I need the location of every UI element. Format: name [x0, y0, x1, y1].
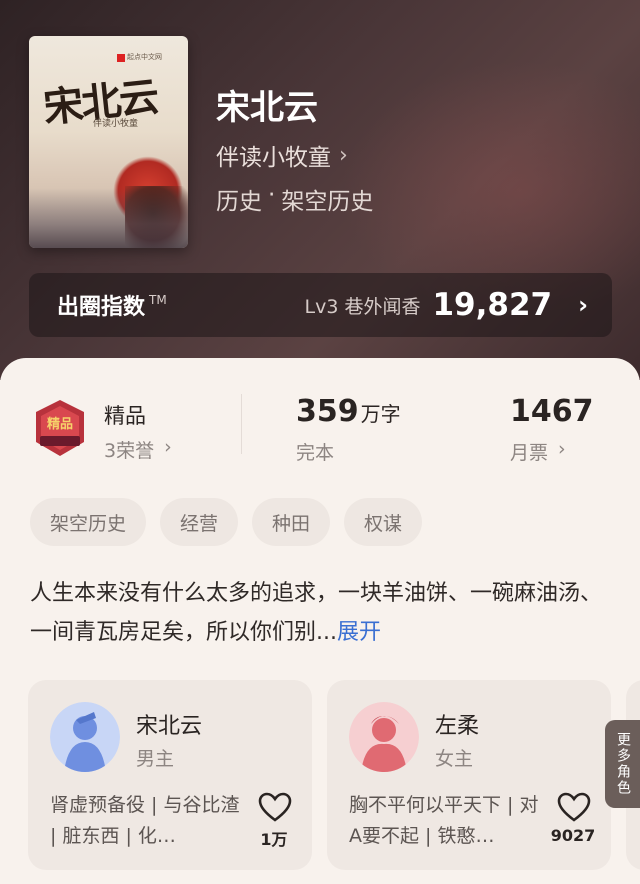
- cover-author: 伴读小牧童: [93, 119, 139, 129]
- index-value: 19,827: [432, 287, 553, 323]
- category: 历史: [216, 189, 262, 215]
- tag-chip[interactable]: 权谋: [344, 498, 423, 546]
- index-right: Lv3 巷外闻香 19,827 ›: [305, 287, 589, 323]
- expand-link[interactable]: 展开: [337, 620, 381, 645]
- chevron-right-icon: ›: [339, 142, 348, 168]
- heart-icon[interactable]: [557, 792, 591, 822]
- character-card[interactable]: 左柔 女主 胸不平何以平天下 | 对A要不起 | 铁憨… 9027: [327, 680, 611, 870]
- honors-count: 3荣誉: [104, 440, 155, 462]
- tag-chip[interactable]: 架空历史: [30, 498, 147, 546]
- chevron-right-icon: ›: [558, 438, 566, 460]
- tag-list: 架空历史 经营 种田 权谋: [30, 498, 423, 546]
- medal-text: 精品: [47, 416, 73, 432]
- cover-buildings-illustration: [29, 188, 188, 248]
- cover-publisher: 起点中文网: [127, 53, 162, 61]
- index-label: 出圈指数: [57, 295, 146, 320]
- character-description: 肾虚预备役 | 与谷比渣 | 脏东西 | 化…: [50, 794, 240, 847]
- genre-line: 历史 · 架空历史: [216, 182, 373, 216]
- character-name: 左柔: [435, 714, 480, 739]
- tag-chip[interactable]: 经营: [160, 498, 239, 546]
- like-count: 9027: [550, 826, 596, 845]
- completion-status: 完本: [296, 442, 335, 464]
- word-count: 359 万字: [296, 394, 401, 429]
- character-role: 女主: [435, 748, 474, 770]
- word-count-value: 359: [296, 394, 359, 429]
- index-level: Lv3 巷外闻香: [304, 295, 421, 318]
- chevron-right-icon: ›: [164, 436, 172, 458]
- monthly-votes-link[interactable]: 月票 ›: [510, 438, 566, 465]
- character-description: 胸不平何以平天下 | 对A要不起 | 铁憨…: [349, 794, 539, 847]
- like-count: 1万: [260, 830, 288, 849]
- detail-panel: 精品 精品 3荣誉 › 359 万字 完本 1467 月票 › 架空历史 经营 …: [0, 358, 640, 884]
- honors-link[interactable]: 3荣誉 ›: [104, 436, 172, 463]
- character-name: 宋北云: [136, 714, 203, 739]
- quality-medal-icon: 精品: [36, 400, 84, 456]
- popularity-index-bar[interactable]: 出圈指数 TM Lv3 巷外闻香 19,827 ›: [29, 273, 612, 337]
- word-count-unit: 万字: [360, 402, 401, 426]
- character-list: 宋北云 男主 肾虚预备役 | 与谷比渣 | 脏东西 | 化… 1万 左柔 女主 …: [28, 680, 640, 870]
- character-card[interactable]: 宋北云 男主 肾虚预备役 | 与谷比渣 | 脏东西 | 化… 1万: [28, 680, 312, 870]
- character-avatar: [349, 702, 419, 772]
- character-avatar: [50, 702, 120, 772]
- genre-separator: ·: [268, 182, 276, 208]
- character-role: 男主: [136, 748, 175, 770]
- book-title: 宋北云: [216, 88, 318, 128]
- synopsis-text: 人生本来没有什么太多的追求，一块羊油饼、一碗麻油汤、一间青瓦房足矣，所以你们别.…: [30, 581, 603, 645]
- publisher-badge-icon: [117, 54, 125, 62]
- author-name: 伴读小牧童: [216, 145, 331, 171]
- book-header: 起点中文网 宋北云 伴读小牧童 宋北云 伴读小牧童 › 历史 · 架空历史 出圈…: [0, 0, 640, 380]
- synopsis: 人生本来没有什么太多的追求，一块羊油饼、一碗麻油汤、一间青瓦房足矣，所以你们别.…: [30, 574, 610, 652]
- monthly-votes-value: 1467: [510, 394, 594, 429]
- chevron-right-icon: ›: [578, 291, 588, 319]
- subcategory: 架空历史: [281, 189, 374, 215]
- book-cover[interactable]: 起点中文网 宋北云 伴读小牧童: [29, 36, 188, 248]
- more-characters-label: 更多角色: [615, 732, 631, 796]
- author-link[interactable]: 伴读小牧童 ›: [216, 138, 348, 172]
- quality-title: 精品: [104, 404, 146, 428]
- heart-icon[interactable]: [258, 792, 292, 822]
- trademark-mark: TM: [149, 293, 167, 307]
- monthly-votes-label: 月票: [510, 442, 549, 464]
- tag-chip[interactable]: 种田: [252, 498, 331, 546]
- more-characters-button[interactable]: 更多角色: [605, 720, 640, 808]
- stat-divider: [241, 394, 242, 454]
